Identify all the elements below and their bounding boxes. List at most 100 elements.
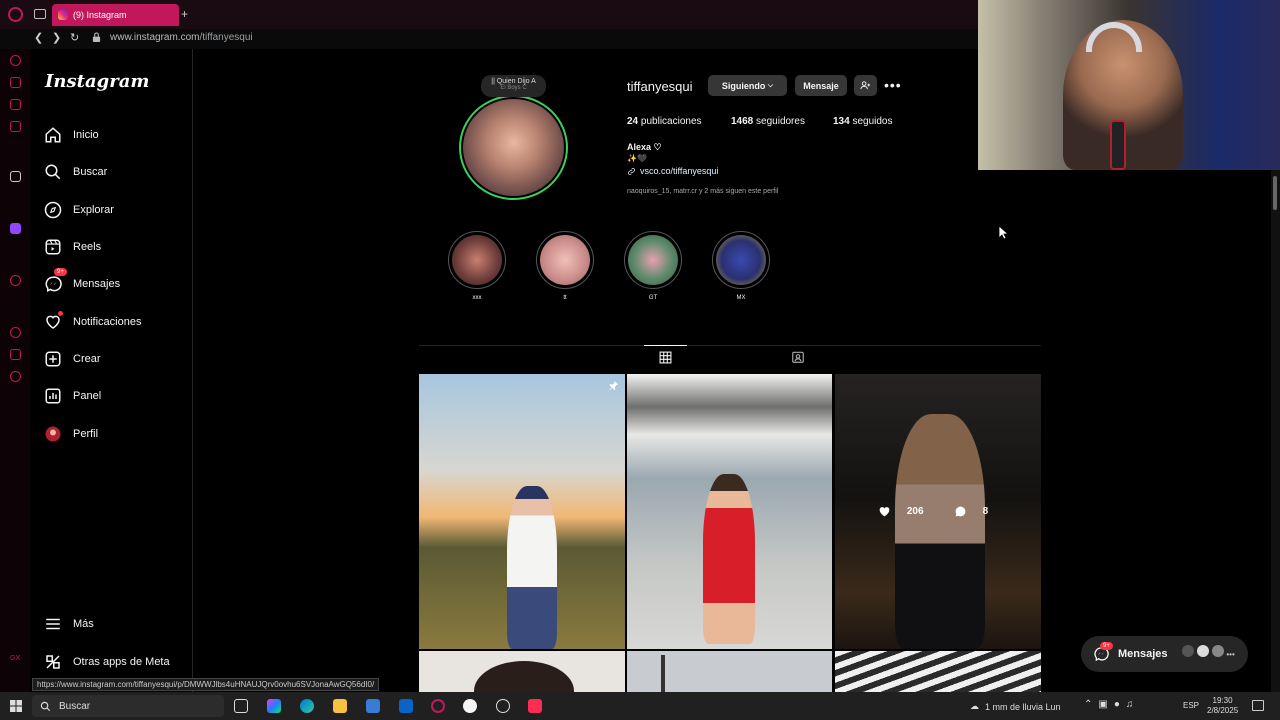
nav-dashboard[interactable]: Panel <box>44 384 101 408</box>
tab-workspaces-icon[interactable] <box>34 9 46 19</box>
nav-label: Mensajes <box>73 278 121 290</box>
opera-logo-icon[interactable] <box>8 7 23 22</box>
highlight-item[interactable]: tt <box>535 231 595 301</box>
post-thumbnail[interactable] <box>627 651 832 693</box>
pin-icon <box>609 380 619 391</box>
more-options-button[interactable]: ••• <box>884 77 902 93</box>
forward-arrow-icon[interactable]: ❯ <box>52 31 61 44</box>
messages-pill-badge: 9+ <box>1100 642 1113 650</box>
highlight-cover <box>540 235 590 285</box>
mail-app-icon[interactable] <box>10 121 21 132</box>
task-view-icon[interactable] <box>234 699 248 713</box>
language-indicator[interactable]: ESP <box>1183 701 1199 710</box>
nav-search[interactable]: Buscar <box>44 160 107 184</box>
post-figure <box>703 474 755 644</box>
nav-notifications[interactable]: Notificaciones <box>44 310 141 334</box>
windows-start-icon[interactable] <box>10 700 22 712</box>
profile-avatar[interactable] <box>463 99 564 196</box>
suggest-user-button[interactable] <box>854 75 877 96</box>
highlight-item[interactable]: xxx <box>447 231 507 301</box>
post-thumbnail[interactable] <box>627 374 832 649</box>
gx-icon[interactable]: GX <box>10 655 21 666</box>
settings-icon[interactable] <box>10 371 21 382</box>
note-subtitle: El Boys C <box>500 85 527 91</box>
posts-count: 24 <box>627 116 639 127</box>
obs-icon[interactable] <box>496 699 510 713</box>
history-icon[interactable] <box>10 55 21 66</box>
likes-count: 206 <box>906 506 924 517</box>
nav-create[interactable]: Crear <box>44 347 101 371</box>
tab-instagram[interactable]: (9) Instagram <box>52 4 179 26</box>
messenger-app-icon[interactable] <box>10 99 21 110</box>
clock[interactable]: 19:30 2/8/2025 <box>1207 696 1238 716</box>
followed-by-text[interactable]: naoquiros_15, matrr.cr y 2 más siguen es… <box>627 188 778 195</box>
nav-label: Otras apps de Meta <box>73 656 170 668</box>
bio-link-text: vsco.co/tiffanyesqui <box>640 166 719 176</box>
aria-icon[interactable] <box>10 171 21 182</box>
taskbar-search-label: Buscar <box>59 700 91 712</box>
highlight-label: tt <box>563 295 567 301</box>
profile-note[interactable]: || Quien Dijo A El Boys C <box>481 75 546 97</box>
nav-home[interactable]: Inicio <box>44 123 99 147</box>
comment-filled-icon <box>955 506 965 517</box>
following-stat[interactable]: 134 seguidos <box>833 116 893 127</box>
comments-count: 8 <box>982 506 989 517</box>
edge-icon[interactable] <box>300 699 314 713</box>
post-thumbnail[interactable] <box>419 651 625 693</box>
chat-avatar <box>1182 645 1194 657</box>
github-icon[interactable] <box>463 699 477 713</box>
comments-stat: 8 <box>954 505 999 518</box>
opera-gx-taskbar-icon[interactable] <box>431 699 445 713</box>
followers-stat[interactable]: 1468 seguidores <box>731 116 805 127</box>
player-icon[interactable] <box>10 275 21 286</box>
back-arrow-icon[interactable]: ❮ <box>34 31 43 44</box>
rain-cloud-icon: ☁ <box>970 701 979 711</box>
nav-explore[interactable]: Explorar <box>44 198 114 222</box>
system-tray-icons[interactable]: ⌃▣●♫ <box>1084 699 1139 710</box>
messenger-icon <box>45 276 62 292</box>
store-icon[interactable] <box>366 699 380 713</box>
highlight-ring <box>712 231 770 289</box>
taskbar-search[interactable]: Buscar <box>32 695 224 717</box>
tiktok-icon[interactable] <box>528 699 542 713</box>
twitch-icon[interactable] <box>10 223 21 234</box>
file-explorer-icon[interactable] <box>333 699 347 713</box>
highlight-item[interactable]: MX <box>711 231 771 301</box>
post-thumbnail[interactable] <box>419 374 625 649</box>
instagram-logo[interactable]: Instagram <box>45 71 149 92</box>
reload-icon[interactable]: ↻ <box>70 31 79 44</box>
nav-reels[interactable]: Reels <box>44 235 101 259</box>
bag-icon[interactable] <box>10 77 21 88</box>
following-button[interactable]: Siguiendo ⌵ <box>708 75 787 96</box>
nav-profile[interactable]: Perfil <box>44 422 98 446</box>
plus-square-icon <box>45 351 61 367</box>
nav-meta-apps[interactable]: Otras apps de Meta <box>44 650 170 674</box>
nav-messages[interactable]: 9+ Mensajes <box>44 268 121 296</box>
url-field[interactable]: www.instagram.com/tiffanyesqui <box>110 32 253 43</box>
nav-label: Crear <box>73 353 101 365</box>
outlook-icon[interactable] <box>399 699 413 713</box>
new-tab-button[interactable]: + <box>181 7 188 21</box>
notification-center-icon[interactable] <box>1252 700 1264 711</box>
highlight-label: MX <box>736 295 746 301</box>
bio-link[interactable]: vsco.co/tiffanyesqui <box>627 166 718 176</box>
box-icon[interactable] <box>10 349 21 360</box>
highlight-cover <box>452 235 502 285</box>
search-icon <box>40 701 51 711</box>
post-thumbnail[interactable]: 206 8 <box>835 374 1041 649</box>
highlight-cover <box>716 235 766 285</box>
post-figure <box>661 655 665 693</box>
likes-stat: 206 <box>878 505 934 518</box>
nav-more[interactable]: Más <box>44 612 94 636</box>
tab-posts[interactable] <box>644 345 687 373</box>
scrollbar-thumb[interactable] <box>1273 176 1277 210</box>
post-thumbnail[interactable] <box>835 651 1041 693</box>
tab-tagged[interactable] <box>776 345 819 373</box>
copilot-icon[interactable] <box>267 699 281 713</box>
message-button[interactable]: Mensaje <box>795 75 847 96</box>
volume-icon: ♫ <box>1125 699 1140 710</box>
scrollbar-track[interactable] <box>1271 170 1280 692</box>
weather-widget[interactable]: ☁ 1 mm de lluvia Lun <box>970 701 1061 712</box>
clock-icon[interactable] <box>10 327 21 338</box>
highlight-item[interactable]: GT <box>623 231 683 301</box>
